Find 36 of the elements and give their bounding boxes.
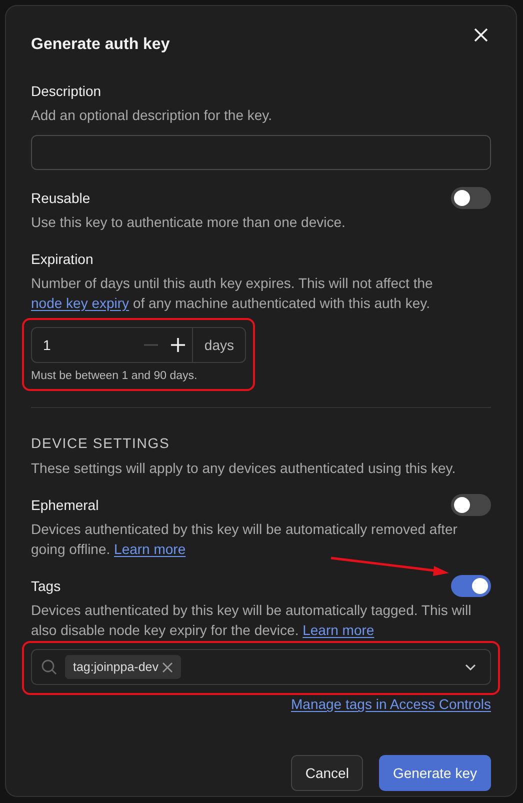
toggle-switch[interactable]: [451, 494, 491, 516]
learn-more-link[interactable]: Learn more: [302, 622, 374, 638]
increment-button[interactable]: [170, 337, 186, 353]
tag-select[interactable]: tag:joinppa-dev: [31, 649, 491, 686]
learn-more-link[interactable]: node key expiry: [31, 295, 130, 311]
generate-button[interactable]: Generate key: [378, 755, 491, 792]
tag-chip[interactable]: tag:joinppa-dev: [65, 655, 182, 680]
search-icon: [41, 659, 57, 676]
number-value: 1: [43, 336, 52, 354]
field-help-text: Add an optional description for the key.: [31, 106, 274, 125]
setting-help-text: Use this key to authenticate more than one device.: [31, 213, 346, 232]
remove-icon[interactable]: [162, 662, 174, 673]
description-input[interactable]: [31, 135, 491, 170]
setting-help-text: Devices authenticated by this key will be automatically removed after going offline. Learn more: [31, 520, 458, 560]
setting-label: Reusable: [31, 188, 90, 208]
number-stepper[interactable]: 1 days: [31, 327, 246, 363]
dialog-title: Generate auth key: [31, 35, 170, 55]
field-label: Expiration: [31, 250, 94, 269]
plus-icon: [170, 337, 186, 353]
minus-icon: [144, 344, 158, 346]
learn-more-link[interactable]: Learn more: [114, 541, 186, 558]
setting-help-text: Devices authenticated by this key will be automatically tagged. This will also disable node key expiry for the device. Learn more: [31, 601, 472, 640]
hint-text: Must be between 1 and 90 days.: [31, 369, 198, 384]
field-help-text: Number of days until this auth key expires. This will not affect the node key expiry of any machine authenticated with this auth key.: [31, 274, 434, 313]
section-help-text: These settings will apply to any devices authenticated using this key.: [31, 459, 457, 478]
setting-label: Ephemeral: [31, 496, 99, 515]
unit-label: days: [192, 328, 245, 362]
toggle-switch[interactable]: [451, 187, 491, 209]
manage-tags-link[interactable]: Manage tags in Access Controls: [291, 694, 491, 716]
setting-label: Tags: [31, 576, 61, 596]
close-icon: [474, 28, 488, 42]
chevron-down-icon: [465, 664, 476, 671]
section-heading: DEVICE SETTINGS: [31, 434, 171, 454]
field-label: Description: [31, 82, 102, 101]
toggle-switch[interactable]: [451, 575, 491, 598]
cancel-button[interactable]: Cancel: [291, 755, 363, 792]
